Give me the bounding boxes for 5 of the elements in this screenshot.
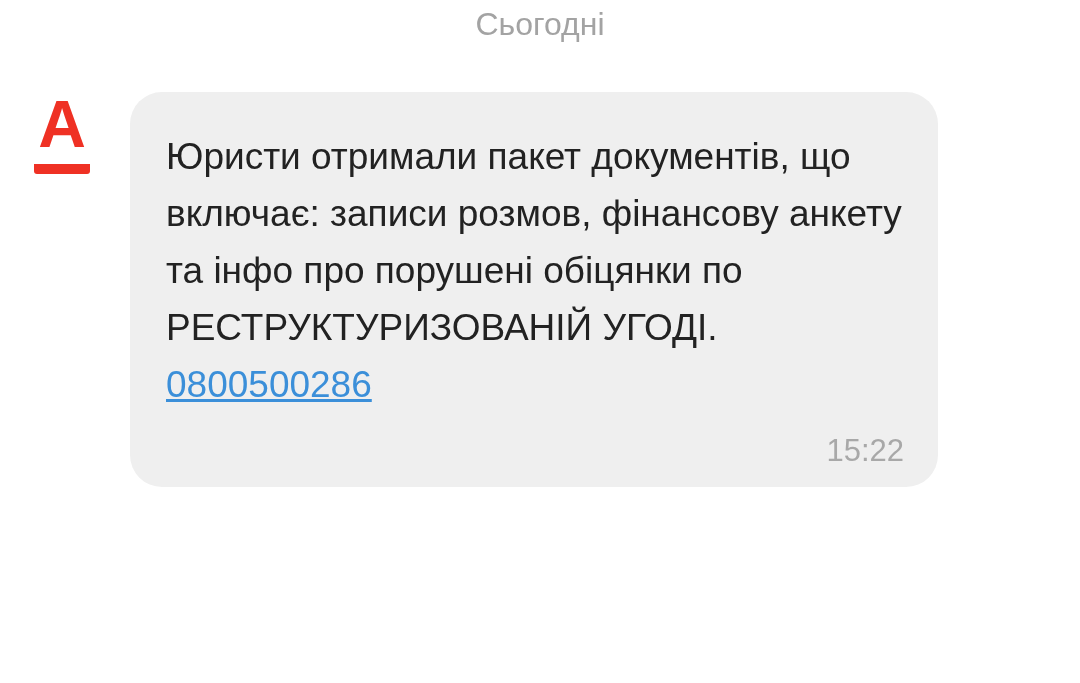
message-text: Юристи отримали пакет документів, що включає: записи розмов, фінансову анкету та інфо про порушені обіцянки по РЕСТРУКТУРИЗОВАНІЙ УГОДІ. 0800500286 [166, 135, 902, 407]
message-time: 15:22 [826, 432, 904, 470]
date-header: Сьогодні [475, 5, 605, 44]
sender-logo: А [34, 96, 90, 174]
phone-link[interactable]: 0800500286 [166, 364, 372, 405]
